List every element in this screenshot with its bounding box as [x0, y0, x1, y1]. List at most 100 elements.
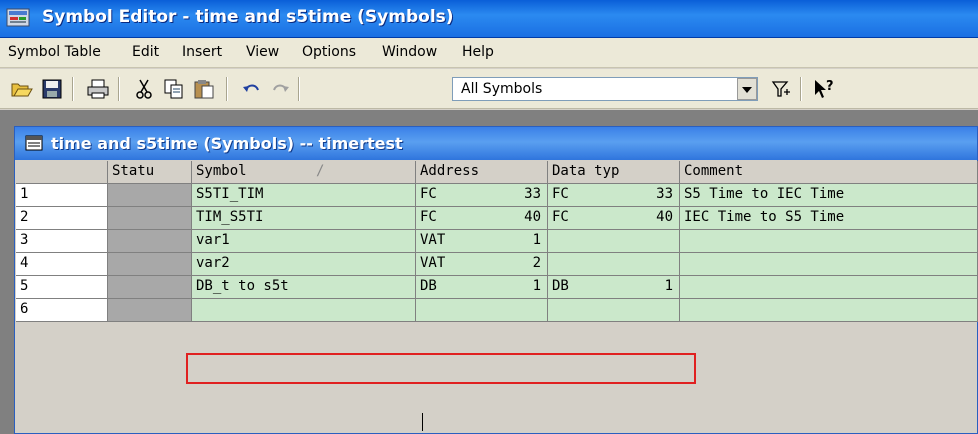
status-cell: [108, 299, 192, 322]
comment-cell[interactable]: S5 Time to IEC Time: [680, 184, 978, 207]
datatype-cell[interactable]: [548, 299, 680, 322]
address-cell[interactable]: FC 40: [416, 207, 548, 230]
table-header-row: Statu Symbol / Address Data typ Comment: [16, 161, 978, 184]
print-icon[interactable]: [86, 78, 110, 100]
toolbar-separator: [72, 77, 74, 101]
child-title-bar: time and s5time (Symbols) -- timertest: [15, 127, 977, 160]
datatype-cell[interactable]: DB 1: [548, 276, 680, 299]
symbol-cell[interactable]: TIM_S5TI: [192, 207, 416, 230]
datatype-cell[interactable]: [548, 230, 680, 253]
address-cell[interactable]: VAT 1: [416, 230, 548, 253]
row-number[interactable]: 1: [16, 184, 108, 207]
address-cell[interactable]: DB 1: [416, 276, 548, 299]
header-rownum: [16, 161, 108, 184]
status-cell: [108, 276, 192, 299]
row-number[interactable]: 2: [16, 207, 108, 230]
datatype-cell[interactable]: [548, 253, 680, 276]
comment-cell[interactable]: [680, 299, 978, 322]
filter-icon[interactable]: [770, 78, 794, 100]
symbol-cell[interactable]: [192, 299, 416, 322]
symbol-cell[interactable]: DB_t to s5t: [192, 276, 416, 299]
datatype-number: 40: [656, 209, 673, 225]
text-cursor: [422, 413, 423, 431]
address-cell[interactable]: VAT 2: [416, 253, 548, 276]
svg-text:?: ?: [826, 79, 834, 94]
toolbar-separator: [800, 77, 802, 101]
row-number[interactable]: 5: [16, 276, 108, 299]
symbol-cell[interactable]: S5TI_TIM: [192, 184, 416, 207]
address-number: 1: [532, 232, 541, 248]
address-type: FC: [420, 186, 437, 202]
menu-symbol-table[interactable]: Symbol Table: [8, 44, 101, 60]
header-symbol[interactable]: Symbol /: [192, 161, 416, 184]
symbol-cell[interactable]: var2: [192, 253, 416, 276]
symbol-filter-select[interactable]: All Symbols: [452, 77, 758, 101]
comment-cell[interactable]: [680, 230, 978, 253]
menu-insert[interactable]: Insert: [182, 44, 222, 60]
toolbar-separator: [226, 77, 228, 101]
status-cell: [108, 207, 192, 230]
status-cell: [108, 184, 192, 207]
header-comment[interactable]: Comment: [680, 161, 978, 184]
toolbar-separator: [118, 77, 120, 101]
menu-window[interactable]: Window: [382, 44, 437, 60]
symbol-editor-icon: [6, 8, 30, 27]
status-cell: [108, 253, 192, 276]
datatype-type: FC: [552, 209, 569, 225]
child-window-title: time and s5time (Symbols) -- timertest: [51, 134, 403, 153]
title-bar: Symbol Editor - time and s5time (Symbols…: [0, 0, 978, 38]
undo-icon[interactable]: [240, 78, 264, 100]
status-cell: [108, 230, 192, 253]
comment-cell[interactable]: IEC Time to S5 Time: [680, 207, 978, 230]
table-row: 4 var2 VAT 2: [16, 253, 978, 276]
copy-icon[interactable]: [162, 78, 186, 100]
sort-indicator-icon: /: [316, 163, 325, 179]
table-row: 5 DB_t to s5t DB 1 DB 1: [16, 276, 978, 299]
toolbar-separator: [298, 77, 300, 101]
comment-cell[interactable]: [680, 253, 978, 276]
address-type: FC: [420, 209, 437, 225]
redo-icon[interactable]: [268, 78, 292, 100]
address-cell[interactable]: [416, 299, 548, 322]
menu-edit[interactable]: Edit: [132, 44, 159, 60]
datatype-cell[interactable]: FC 40: [548, 207, 680, 230]
header-status[interactable]: Statu: [108, 161, 192, 184]
cut-icon[interactable]: [132, 78, 156, 100]
menu-help[interactable]: Help: [462, 44, 494, 60]
menu-view[interactable]: View: [246, 44, 279, 60]
address-number: 1: [532, 278, 541, 294]
datatype-number: 1: [664, 278, 673, 294]
comment-cell[interactable]: [680, 276, 978, 299]
help-pointer-icon[interactable]: ?: [812, 78, 836, 100]
window-title: Symbol Editor - time and s5time (Symbols…: [42, 7, 454, 27]
symbol-filter-value: All Symbols: [461, 81, 543, 97]
address-type: VAT: [420, 232, 446, 248]
menu-bar: Symbol Table Edit Insert View Options Wi…: [0, 38, 978, 68]
table-icon: [25, 135, 43, 151]
address-number: 2: [532, 255, 541, 271]
save-icon[interactable]: [40, 78, 64, 100]
header-symbol-label: Symbol: [196, 163, 247, 179]
datatype-cell[interactable]: FC 33: [548, 184, 680, 207]
header-address[interactable]: Address: [416, 161, 548, 184]
symbol-table: Statu Symbol / Address Data typ Comment …: [16, 161, 978, 322]
symbol-cell[interactable]: var1: [192, 230, 416, 253]
table-row: 2 TIM_S5TI FC 40 FC 40 IEC Time to S5 Ti…: [16, 207, 978, 230]
header-datatype[interactable]: Data typ: [548, 161, 680, 184]
filter-dropdown-button[interactable]: [737, 78, 757, 100]
menu-options[interactable]: Options: [302, 44, 356, 60]
row-number[interactable]: 4: [16, 253, 108, 276]
chevron-down-icon: [742, 87, 752, 93]
address-type: VAT: [420, 255, 446, 271]
table-row: 1 S5TI_TIM FC 33 FC 33 S5 Time to IEC Ti…: [16, 184, 978, 207]
datatype-type: FC: [552, 186, 569, 202]
row-number[interactable]: 6: [16, 299, 108, 322]
address-cell[interactable]: FC 33: [416, 184, 548, 207]
address-number: 33: [524, 186, 541, 202]
table-row: 6: [16, 299, 978, 322]
open-folder-icon[interactable]: [10, 78, 34, 100]
paste-icon[interactable]: [192, 78, 216, 100]
datatype-type: DB: [552, 278, 569, 294]
row-number[interactable]: 3: [16, 230, 108, 253]
address-type: DB: [420, 278, 437, 294]
